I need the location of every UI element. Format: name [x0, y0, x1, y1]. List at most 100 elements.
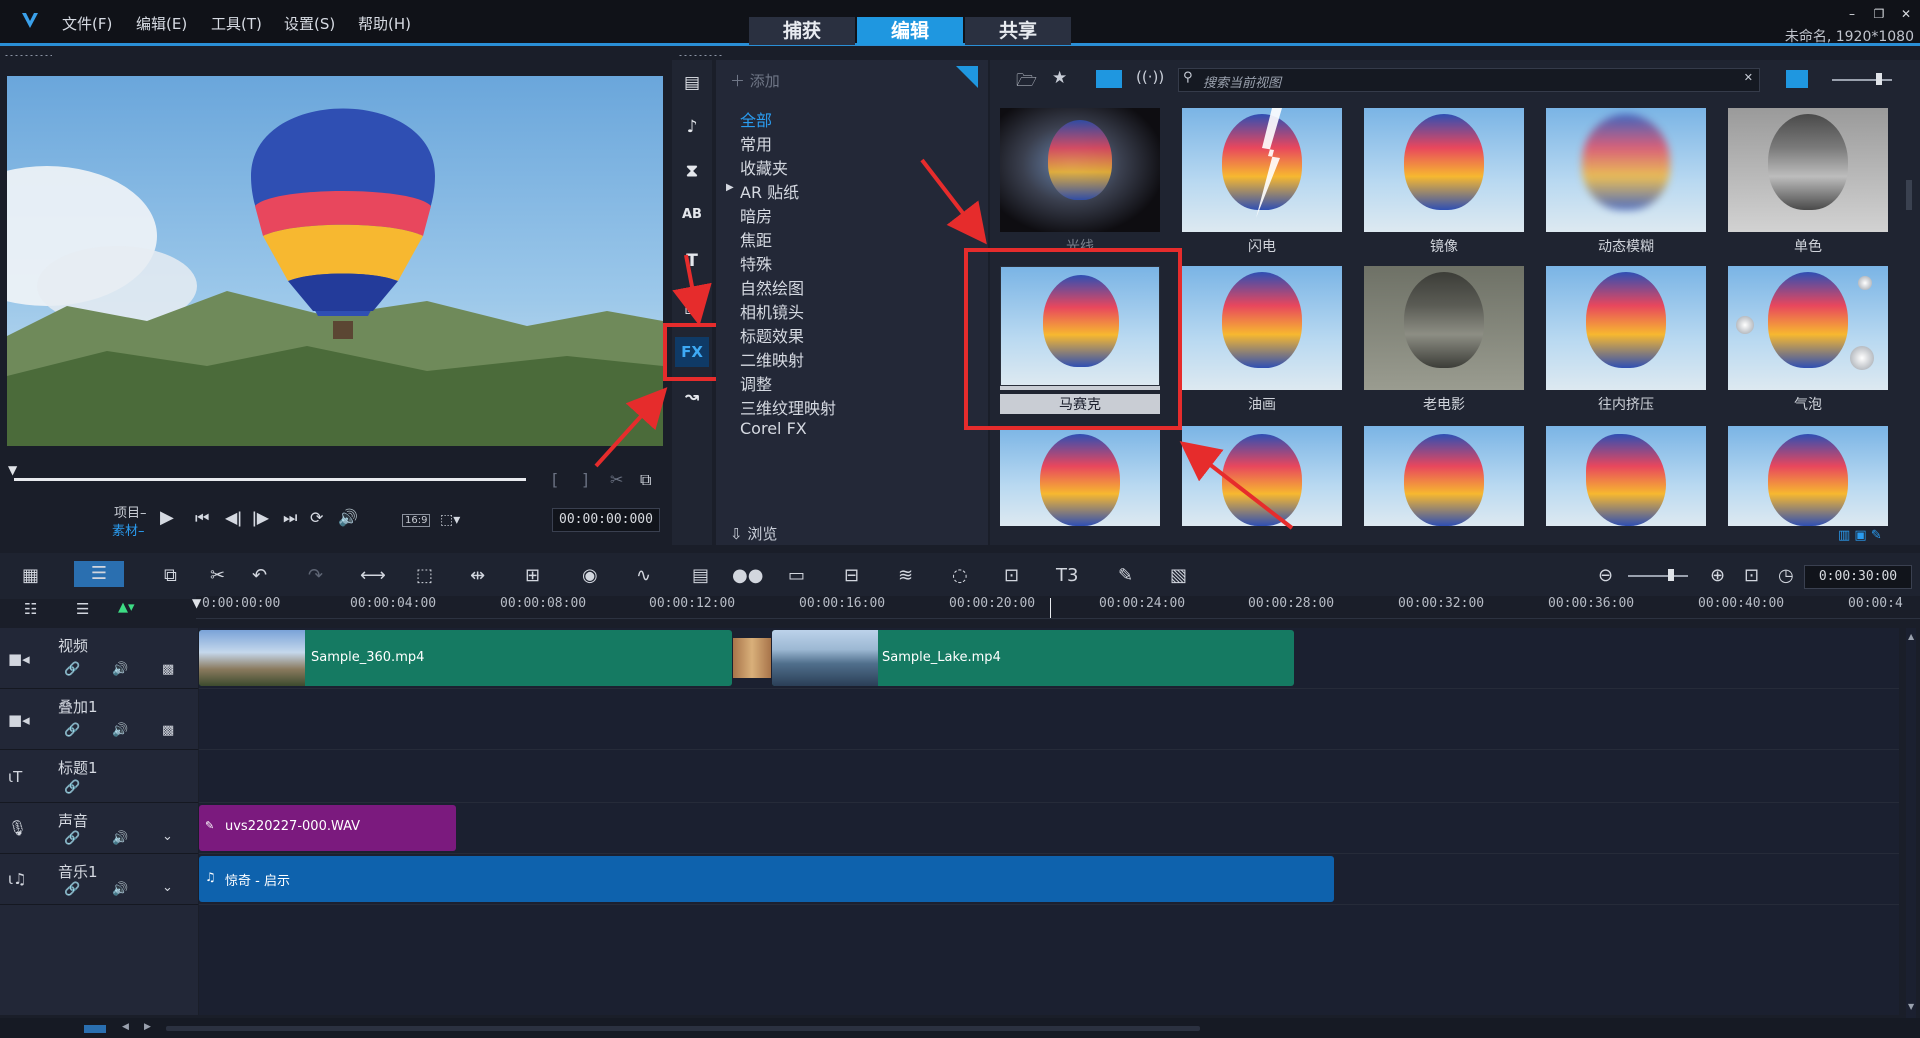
track-header-video[interactable]: ■◂ 视频 🔗 🔊 ▩: [0, 628, 198, 689]
category-2d-mapping[interactable]: 二维映射: [740, 347, 804, 371]
category-camera-lens[interactable]: 相机镜头: [740, 299, 804, 323]
filter-thumb-light[interactable]: 光线: [1000, 108, 1160, 255]
voice-clip[interactable]: ✎ uvs220227-000.WAV: [199, 805, 456, 851]
subtitle-icon[interactable]: AB: [672, 200, 712, 230]
undo-icon[interactable]: ↶: [252, 565, 267, 586]
video-clip-1[interactable]: Sample_360.mp4: [199, 630, 732, 686]
media-icon[interactable]: ▤: [672, 68, 712, 98]
change-zoom-icon[interactable]: ⬚▾: [440, 512, 460, 528]
enlarge-preview-icon[interactable]: ⧉: [640, 470, 651, 490]
menu-help[interactable]: 帮助(H): [358, 13, 411, 34]
home-icon[interactable]: ⏮: [195, 508, 209, 528]
expand-chevron-icon[interactable]: ⌄: [162, 829, 173, 844]
loop-icon[interactable]: ◌: [952, 565, 968, 586]
browse-button[interactable]: ⇩ 浏览: [730, 523, 777, 544]
import-folder-icon[interactable]: 🗁: [1016, 68, 1037, 97]
filter-thumb-row3-1[interactable]: [1000, 426, 1160, 526]
next-frame-icon[interactable]: ǀ▶: [252, 508, 269, 527]
tools-icon[interactable]: ✂: [210, 565, 225, 586]
track-row-music[interactable]: ♫ 惊奇 - 启示: [199, 854, 1899, 905]
speed-icon[interactable]: ≋: [898, 565, 913, 586]
menu-edit[interactable]: 编辑(E): [136, 13, 187, 34]
filter-thumb-row3-4[interactable]: [1546, 426, 1706, 526]
show-audio-filter-icon[interactable]: ((·)): [1136, 68, 1164, 86]
menu-file[interactable]: 文件(F): [62, 13, 112, 34]
scroll-left-icon[interactable]: ◀: [122, 1022, 129, 1032]
mode-project-label[interactable]: 项目–: [114, 502, 147, 521]
filter-thumb-row3-5[interactable]: [1728, 426, 1888, 526]
category-natural-painting[interactable]: 自然绘图: [740, 275, 804, 299]
category-all[interactable]: 全部: [740, 107, 772, 131]
mute-icon[interactable]: 🔊: [112, 882, 128, 897]
mute-icon[interactable]: 🔊: [112, 662, 128, 677]
thumb-size-slider[interactable]: [1832, 79, 1892, 81]
subtitle-editor-icon[interactable]: ▭: [788, 565, 805, 586]
tab-edit[interactable]: 编辑: [857, 17, 963, 45]
category-adjust[interactable]: 调整: [740, 371, 772, 395]
mute-icon[interactable]: 🔊: [112, 723, 128, 738]
filter-thumb-old-film[interactable]: 老电影: [1364, 266, 1524, 413]
screen-capture-icon[interactable]: ⊡: [1004, 565, 1019, 586]
audio-wave-icon[interactable]: ∿: [636, 565, 651, 586]
category-title-effects[interactable]: 标题效果: [740, 323, 804, 347]
category-corel-fx[interactable]: Corel FX: [740, 419, 807, 438]
expand-chevron-icon[interactable]: ⌄: [162, 880, 173, 895]
end-icon[interactable]: ⏭: [283, 508, 297, 528]
category-3d-texture-mapping[interactable]: 三维纹理映射: [740, 395, 836, 419]
title-icon[interactable]: T: [672, 246, 712, 276]
auto-music-icon[interactable]: ▤: [692, 565, 709, 586]
timeline-ruler[interactable]: ▼ 0:00:00:00 00:00:04:00 00:00:08:00 00:…: [192, 596, 1920, 619]
link-icon[interactable]: 🔗: [64, 780, 80, 795]
thumb-size-handle[interactable]: [1876, 73, 1882, 85]
prev-frame-icon[interactable]: ◀ǀ: [225, 508, 242, 527]
playhead-marker-icon[interactable]: ▼: [192, 596, 201, 610]
expand-arrow-icon[interactable]: ▶: [726, 182, 734, 193]
grid-scrollbar[interactable]: [1906, 180, 1912, 210]
crop-icon[interactable]: ⬚: [416, 565, 433, 586]
paint-icon[interactable]: ✎: [1118, 565, 1133, 586]
play-icon[interactable]: ▶: [160, 507, 174, 528]
ripple-edit-icon[interactable]: ▲▾: [118, 600, 135, 615]
graphics-icon[interactable]: ▣: [672, 292, 712, 322]
pin-icon[interactable]: [956, 66, 978, 88]
clear-search-icon[interactable]: ✕: [1744, 71, 1753, 84]
zoom-out-icon[interactable]: ⊖: [1598, 565, 1613, 586]
scroll-up-icon[interactable]: ▲: [1908, 632, 1914, 641]
search-box[interactable]: ⚲ 搜索当前视图 ✕: [1178, 68, 1760, 92]
menu-tools[interactable]: 工具(T): [211, 13, 262, 34]
category-common[interactable]: 常用: [740, 131, 772, 155]
scrub-handle-icon[interactable]: ▼: [8, 463, 17, 477]
minimize-icon[interactable]: –: [1845, 8, 1859, 20]
customize-toolbar-icon[interactable]: ⧉: [164, 565, 177, 586]
transparency-icon[interactable]: ▩: [162, 662, 174, 677]
filter-thumb-monochrome[interactable]: 单色: [1728, 108, 1888, 255]
link-icon[interactable]: 🔗: [64, 662, 80, 677]
transition-icon[interactable]: ⧗: [672, 156, 712, 186]
favorite-star-icon[interactable]: ★: [1052, 68, 1067, 88]
filter-thumb-row3-2[interactable]: [1182, 426, 1342, 526]
filter-thumb-lightning[interactable]: 闪电: [1182, 108, 1342, 255]
category-ar-sticker[interactable]: AR 贴纸: [740, 179, 799, 203]
timeline-view-icon[interactable]: ☰: [74, 561, 124, 587]
transition-thumbnail[interactable]: [733, 638, 771, 678]
mark-out-icon[interactable]: ]: [582, 470, 588, 489]
zoom-in-icon[interactable]: ⊕: [1710, 565, 1725, 586]
restore-icon[interactable]: ❐: [1872, 8, 1886, 20]
view-mode-icon[interactable]: [1786, 70, 1808, 88]
mode-clip-label[interactable]: 素材–: [112, 520, 145, 539]
volume-icon[interactable]: 🔊: [338, 508, 358, 527]
chapter-point-icon[interactable]: ☰: [76, 600, 89, 618]
3d-title-icon[interactable]: T3: [1056, 565, 1078, 586]
instant-project-icon[interactable]: ♪: [672, 112, 712, 142]
redo-icon[interactable]: ↷: [308, 565, 323, 586]
track-header-title[interactable]: ιT 标题1 🔗: [0, 750, 198, 803]
mark-in-icon[interactable]: [: [552, 470, 558, 489]
link-icon[interactable]: 🔗: [64, 723, 80, 738]
timeline-zoom-slider[interactable]: [1628, 575, 1688, 577]
track-manager-icon[interactable]: ☷: [24, 600, 37, 618]
filter-thumb-pinch[interactable]: 往内挤压: [1546, 266, 1706, 413]
track-row-overlay[interactable]: [199, 689, 1899, 750]
library-grip[interactable]: [678, 54, 722, 57]
category-focus[interactable]: 焦距: [740, 227, 772, 251]
split-clip-icon[interactable]: ✂: [610, 470, 623, 489]
